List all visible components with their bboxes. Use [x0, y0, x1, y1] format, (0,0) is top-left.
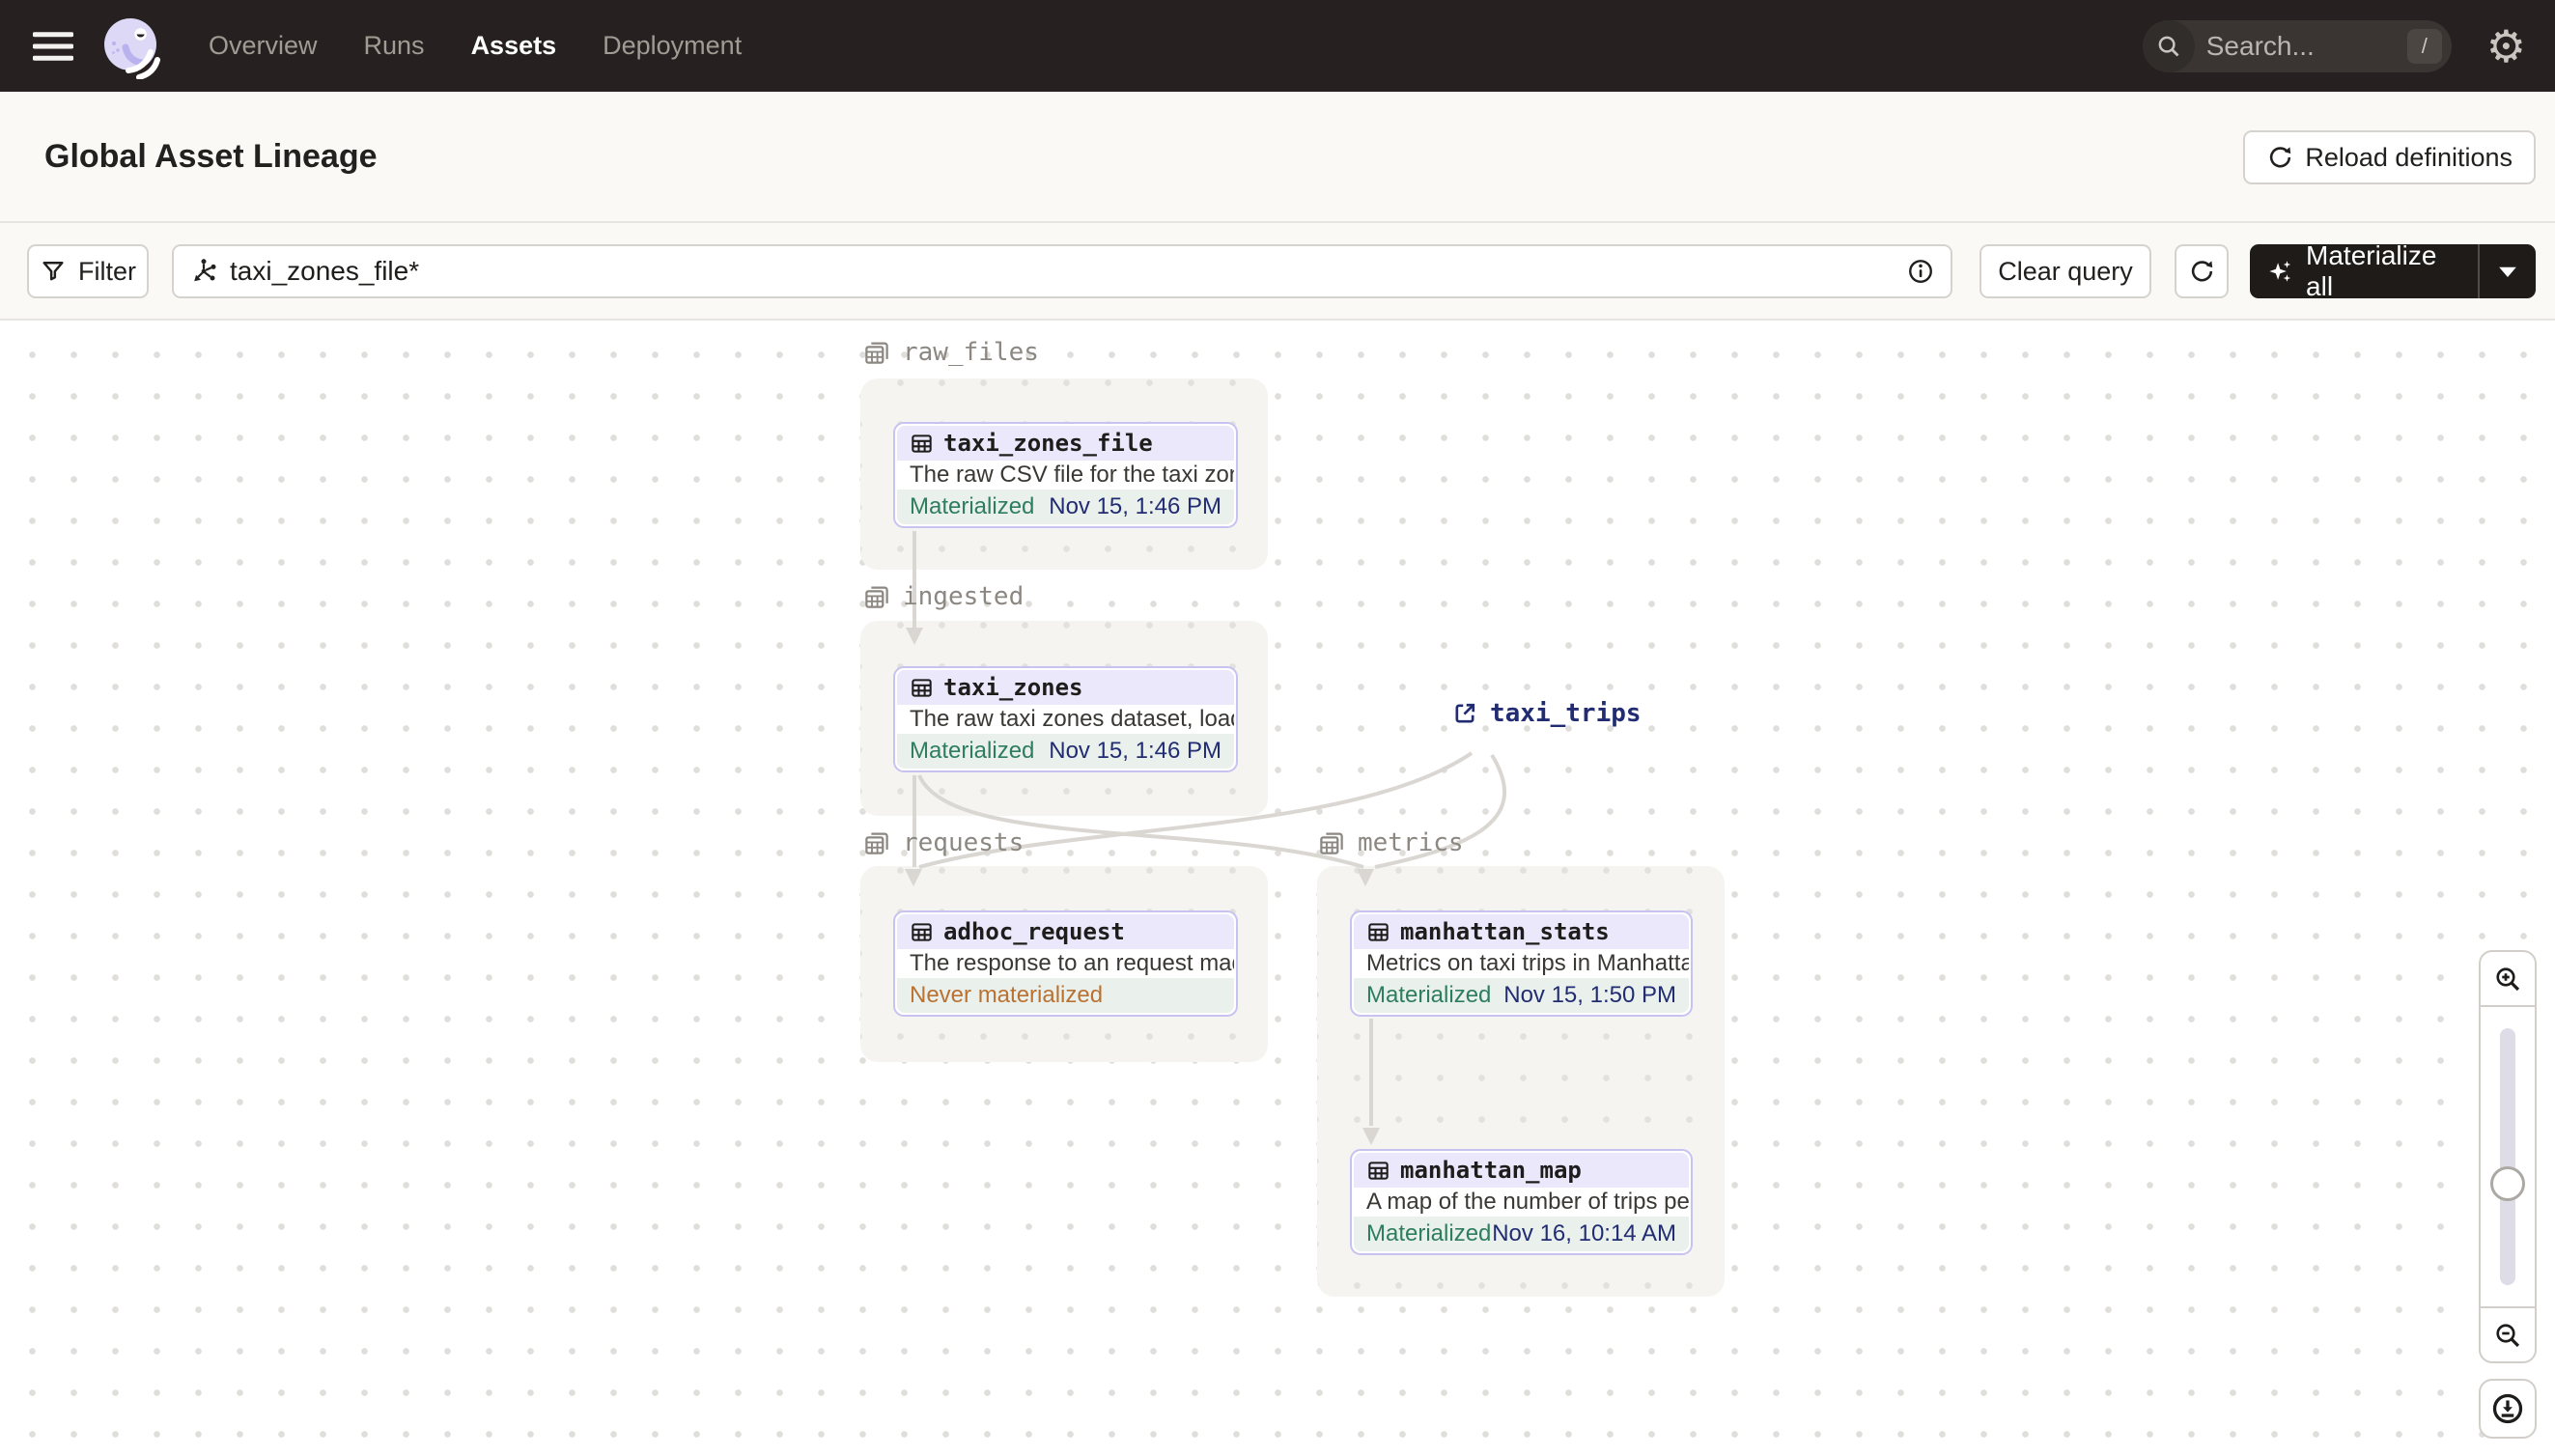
asset-node-taxi_zones[interactable]: taxi_zones The raw taxi zones dataset, l…: [893, 666, 1238, 772]
download-image-button[interactable]: [2479, 1379, 2537, 1439]
group-name: ingested: [903, 582, 1025, 611]
asset-name: taxi_zones: [943, 674, 1083, 701]
table-icon: [1366, 920, 1390, 944]
group-label-ingested[interactable]: ingested: [862, 582, 1024, 611]
asset-group-icon: [862, 582, 891, 611]
asset-name: manhattan_map: [1400, 1157, 1582, 1184]
sparkle-icon: [2267, 257, 2294, 286]
external-asset-label: taxi_trips: [1490, 699, 1642, 728]
asset-node-manhattan_stats[interactable]: manhattan_stats Metrics on taxi trips in…: [1350, 910, 1693, 1017]
primary-nav: Overview Runs Assets Deployment: [209, 31, 742, 61]
asset-timestamp: Nov 15, 1:46 PM: [1049, 493, 1221, 519]
external-asset-taxi_trips[interactable]: taxi_trips: [1451, 699, 1642, 728]
asset-timestamp: Nov 15, 1:46 PM: [1049, 738, 1221, 764]
refresh-graph-button[interactable]: [2175, 244, 2229, 298]
zoom-in-icon: [2492, 964, 2523, 994]
materialize-options-button[interactable]: [2480, 244, 2536, 298]
dagster-logo[interactable]: [98, 14, 164, 79]
search-icon: [2142, 19, 2195, 72]
zoom-out-icon: [2492, 1320, 2523, 1351]
global-search[interactable]: /: [2142, 19, 2452, 72]
asset-status: Materialized: [1366, 982, 1492, 1008]
asset-timestamp: Nov 16, 10:14 AM: [1492, 1220, 1676, 1246]
zoom-slider-handle[interactable]: [2490, 1166, 2525, 1201]
lineage-edges: [905, 531, 1506, 1145]
asset-description: The raw taxi zones dataset, loaded int..…: [897, 705, 1234, 734]
nav-deployment[interactable]: Deployment: [603, 31, 742, 61]
asset-description: The raw CSV file for the taxi zones dat.…: [897, 461, 1234, 490]
group-name: metrics: [1358, 828, 1464, 857]
search-input[interactable]: [2194, 30, 2407, 62]
asset-status: Never materialized: [910, 982, 1104, 1008]
external-link-icon: [1451, 700, 1478, 727]
zoom-out-button[interactable]: [2481, 1306, 2535, 1361]
table-icon: [1366, 1159, 1390, 1183]
asset-group-icon: [1317, 828, 1346, 857]
materialize-all-button[interactable]: Materialize all: [2250, 244, 2478, 298]
gear-icon[interactable]: ⚙: [2486, 24, 2526, 69]
group-label-requests[interactable]: requests: [862, 828, 1024, 857]
asset-node-manhattan_map[interactable]: manhattan_map A map of the number of tri…: [1350, 1149, 1693, 1255]
clear-query-button[interactable]: Clear query: [1979, 244, 2151, 298]
asset-name: adhoc_request: [943, 918, 1125, 945]
chevron-down-icon: [2497, 265, 2518, 279]
zoom-in-button[interactable]: [2481, 952, 2535, 1007]
download-icon: [2490, 1391, 2525, 1426]
asset-status: Materialized: [910, 493, 1035, 519]
table-icon: [910, 920, 934, 944]
materialize-all-label: Materialize all: [2306, 244, 2437, 298]
clear-query-label: Clear query: [1998, 256, 2133, 286]
funnel-icon: [40, 258, 67, 285]
asset-status: Materialized: [910, 738, 1035, 764]
group-label-metrics[interactable]: metrics: [1317, 828, 1464, 857]
asset-status: Materialized: [1366, 1220, 1492, 1246]
zoom-slider[interactable]: [2481, 1007, 2535, 1306]
menu-hamburger-icon[interactable]: [33, 30, 73, 63]
asset-description: A map of the number of trips per taxi z.…: [1354, 1188, 1689, 1217]
asset-group-icon: [862, 338, 891, 367]
group-name: raw_files: [903, 338, 1039, 367]
zoom-slider-track[interactable]: [2500, 1028, 2515, 1285]
group-label-raw_files[interactable]: raw_files: [862, 338, 1039, 367]
reload-definitions-label: Reload definitions: [2305, 142, 2513, 172]
asset-name: manhattan_stats: [1400, 918, 1610, 945]
op-selector-icon: [189, 257, 218, 286]
page-header: Global Asset Lineage Reload definitions: [0, 92, 2555, 223]
nav-assets[interactable]: Assets: [471, 31, 557, 61]
zoom-controls: [2479, 950, 2537, 1363]
asset-timestamp: Nov 15, 1:50 PM: [1503, 982, 1676, 1008]
query-input[interactable]: [230, 256, 1895, 287]
reload-definitions-button[interactable]: Reload definitions: [2243, 130, 2536, 184]
page-title: Global Asset Lineage: [44, 137, 378, 175]
refresh-icon: [2188, 258, 2215, 285]
nav-runs[interactable]: Runs: [364, 31, 425, 61]
asset-name: taxi_zones_file: [943, 430, 1153, 457]
filter-button[interactable]: Filter: [27, 244, 149, 298]
lineage-toolbar: Filter Clear query Materialize all: [0, 223, 2555, 321]
asset-selection-query[interactable]: [172, 244, 1952, 298]
asset-description: The response to an request made in th...: [897, 949, 1234, 978]
asset-node-taxi_zones_file[interactable]: taxi_zones_file The raw CSV file for the…: [893, 422, 1238, 528]
asset-node-adhoc_request[interactable]: adhoc_request The response to an request…: [893, 910, 1238, 1017]
nav-overview[interactable]: Overview: [209, 31, 318, 61]
lineage-canvas[interactable]: raw_files ingested requests metrics taxi…: [0, 321, 2555, 1456]
asset-description: Metrics on taxi trips in Manhattan: [1354, 949, 1689, 978]
filter-label: Filter: [78, 256, 136, 286]
top-nav: Overview Runs Assets Deployment / ⚙: [0, 0, 2555, 92]
table-icon: [910, 432, 934, 456]
asset-group-icon: [862, 828, 891, 857]
table-icon: [910, 676, 934, 700]
group-name: requests: [903, 828, 1025, 857]
materialize-all-split-button: Materialize all: [2250, 244, 2536, 298]
search-shortcut-badge: /: [2406, 28, 2442, 64]
info-icon[interactable]: [1906, 257, 1935, 286]
refresh-icon: [2266, 144, 2293, 171]
